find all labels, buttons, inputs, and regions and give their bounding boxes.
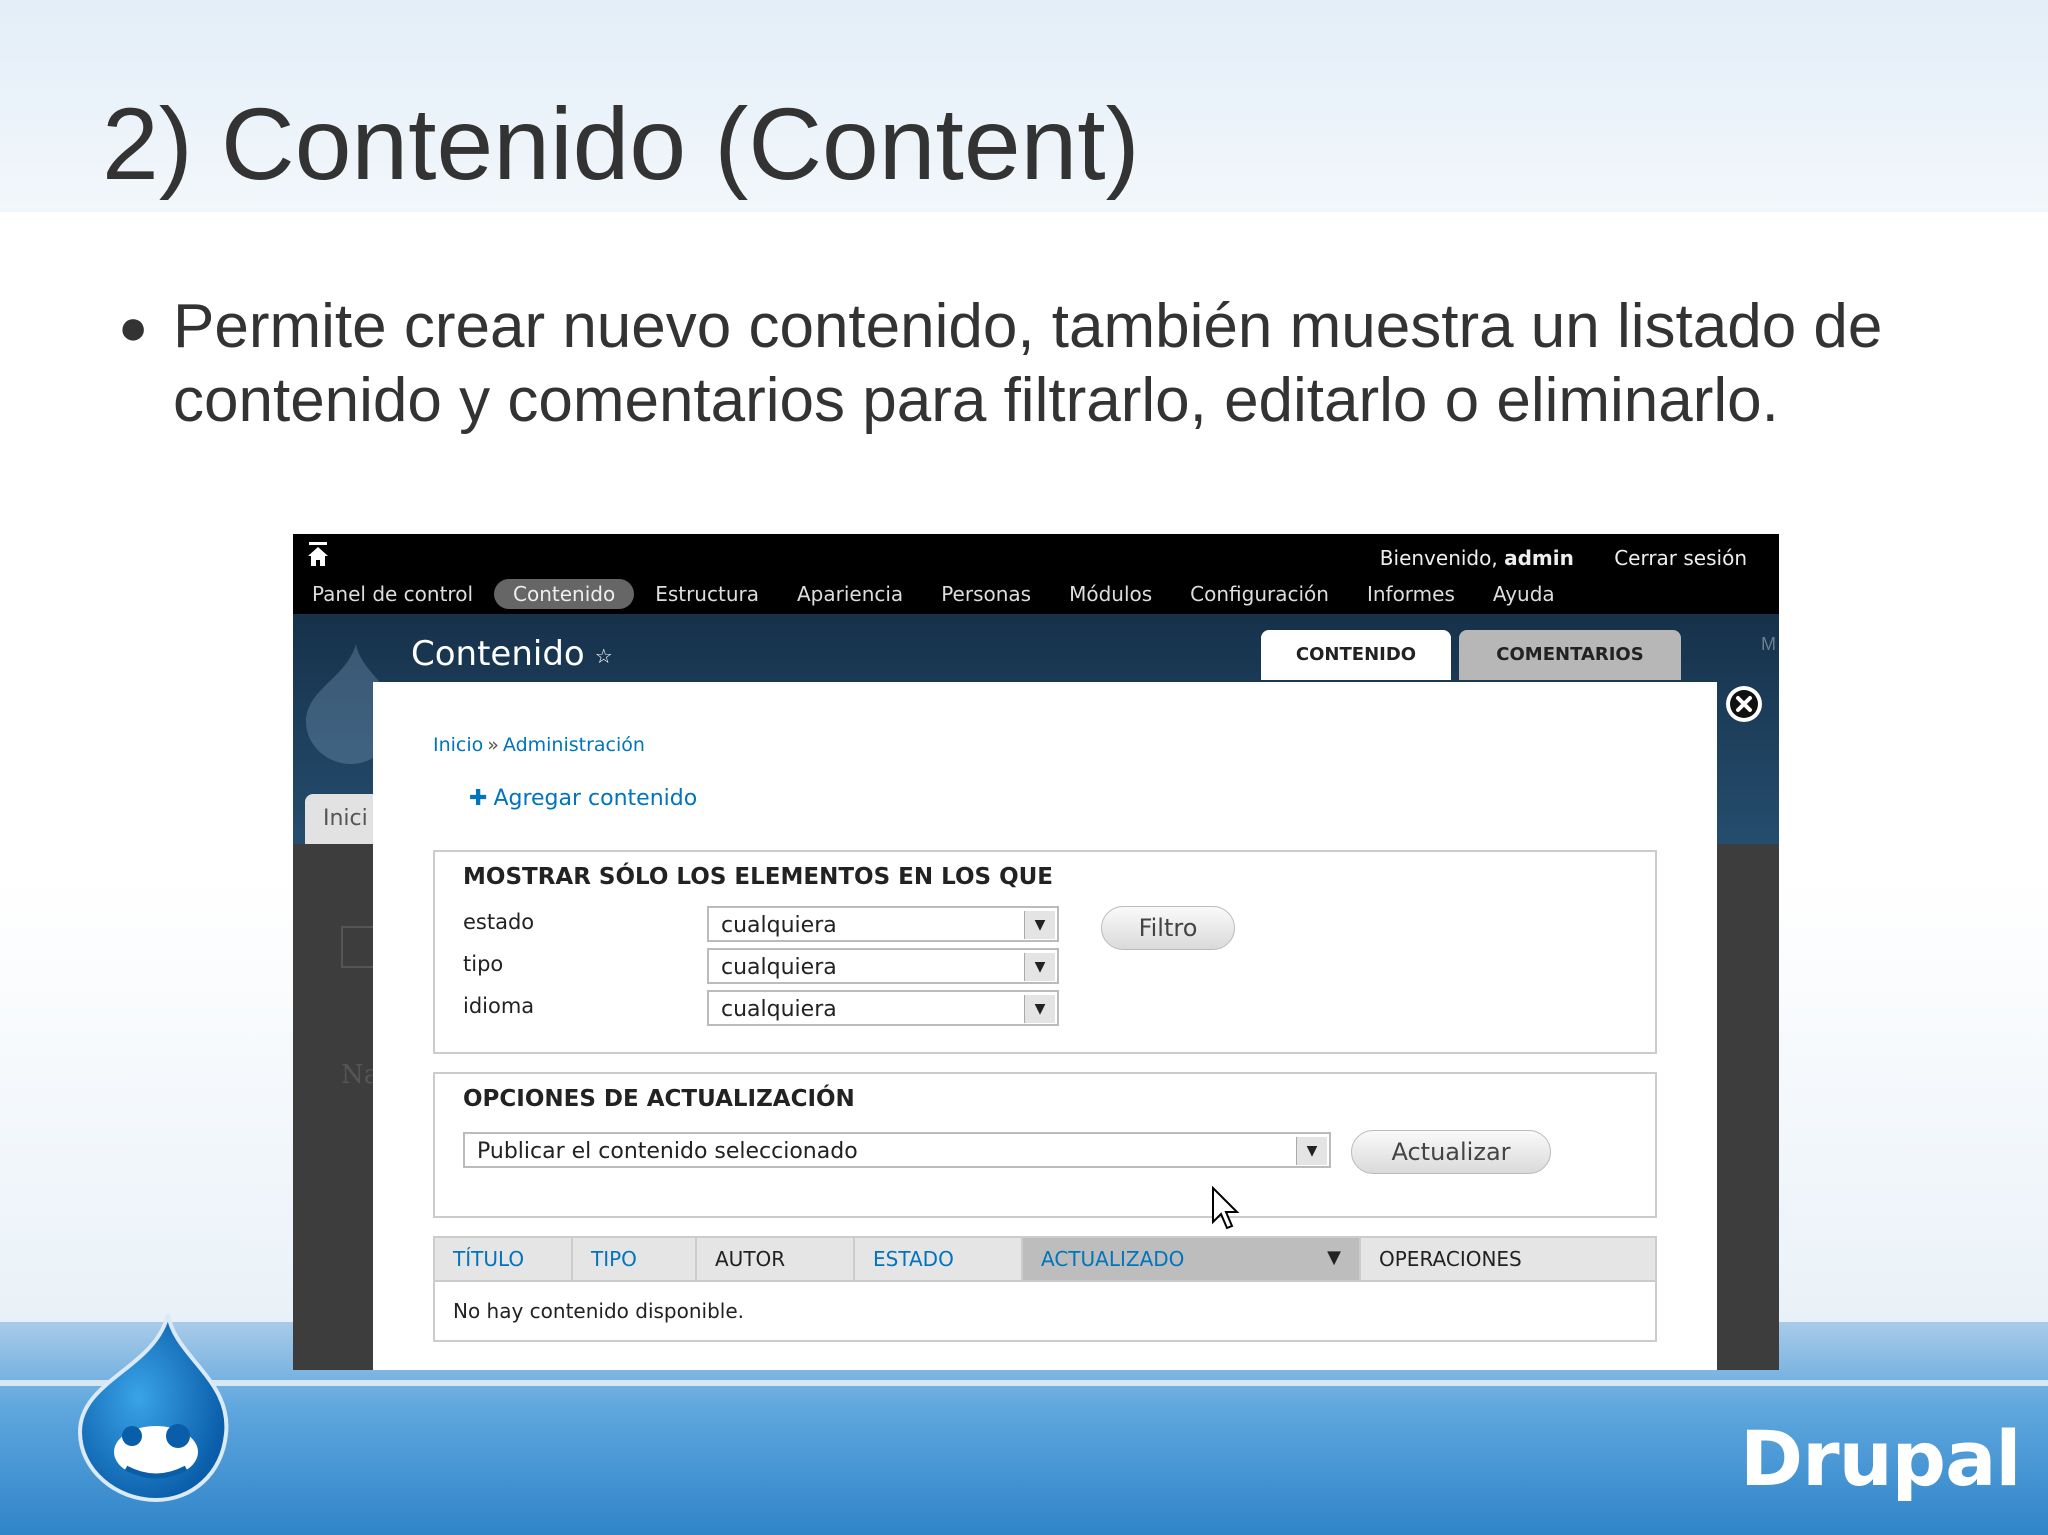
close-icon[interactable] bbox=[1726, 686, 1762, 722]
breadcrumb-separator: » bbox=[487, 734, 499, 756]
slide-title: 2) Contenido (Content) bbox=[102, 87, 1140, 201]
bullet-dot-icon: ● bbox=[118, 299, 149, 355]
filter-label-idioma: idioma bbox=[463, 994, 535, 1018]
update-action-value: Publicar el contenido seleccionado bbox=[477, 1139, 858, 1164]
content-table: TÍTULO TIPO AUTOR ESTADO ACTUALIZADO ▼ O… bbox=[433, 1236, 1657, 1342]
logout-link[interactable]: Cerrar sesión bbox=[1614, 546, 1747, 570]
drupal-drop-logo bbox=[77, 1313, 229, 1503]
content-overlay: Inicio» Administración ✚ Agregar contenido… bbox=[373, 682, 1717, 1370]
table-header-row: TÍTULO TIPO AUTOR ESTADO ACTUALIZADO ▼ O… bbox=[434, 1237, 1656, 1281]
menu-item-contenido[interactable]: Contenido bbox=[494, 579, 635, 609]
table-row: No hay contenido disponible. bbox=[434, 1280, 1656, 1341]
chevron-down-icon[interactable]: ▼ bbox=[1024, 911, 1055, 939]
filter-select-tipo[interactable]: cualquiera ▼ bbox=[707, 948, 1059, 984]
update-options-fieldset: OPCIONES DE ACTUALIZACIÓN Publicar el co… bbox=[433, 1072, 1657, 1218]
chevron-down-icon[interactable]: ▼ bbox=[1024, 953, 1055, 981]
filter-select-idioma-value: cualquiera bbox=[721, 997, 837, 1022]
page-title: Contenido ☆ bbox=[411, 634, 613, 674]
filter-label-tipo: tipo bbox=[463, 952, 504, 976]
admin-toolbar: Bienvenido, admin Cerrar sesión Panel de… bbox=[293, 534, 1779, 614]
column-operaciones: OPERACIONES bbox=[1360, 1237, 1656, 1281]
chevron-down-icon[interactable]: ▼ bbox=[1024, 995, 1055, 1023]
bullet-text: Permite crear nuevo contenido, también m… bbox=[173, 292, 1883, 435]
update-legend: OPCIONES DE ACTUALIZACIÓN bbox=[463, 1086, 855, 1112]
welcome-prefix: Bienvenido, bbox=[1379, 546, 1498, 570]
menu-item-informes[interactable]: Informes bbox=[1348, 579, 1474, 609]
update-button[interactable]: Actualizar bbox=[1351, 1130, 1551, 1174]
drupal-admin-screenshot: Bienvenido, admin Cerrar sesión Panel de… bbox=[293, 534, 1779, 1370]
sort-desc-icon: ▼ bbox=[1327, 1247, 1341, 1268]
menu-item-ayuda[interactable]: Ayuda bbox=[1474, 579, 1574, 609]
menu-item-estructura[interactable]: Estructura bbox=[636, 579, 778, 609]
welcome-text: Bienvenido, admin Cerrar sesión bbox=[1380, 546, 1747, 570]
menu-item-modulos[interactable]: Módulos bbox=[1050, 579, 1171, 609]
breadcrumb-administracion[interactable]: Administración bbox=[503, 734, 645, 756]
slide-bullet: ● Permite crear nuevo contenido, también… bbox=[118, 290, 1978, 438]
filter-button[interactable]: Filtro bbox=[1101, 906, 1235, 950]
column-titulo[interactable]: TÍTULO bbox=[434, 1237, 573, 1281]
update-action-select[interactable]: Publicar el contenido seleccionado ▼ bbox=[463, 1132, 1331, 1168]
add-content-label: Agregar contenido bbox=[493, 786, 698, 811]
menu-item-configuracion[interactable]: Configuración bbox=[1171, 579, 1348, 609]
column-tipo[interactable]: TIPO bbox=[572, 1237, 697, 1281]
filter-select-tipo-value: cualquiera bbox=[721, 955, 837, 980]
breadcrumb-inicio[interactable]: Inicio bbox=[433, 734, 483, 756]
admin-menu: Panel de control Contenido Estructura Ap… bbox=[293, 578, 1574, 610]
filter-label-estado: estado bbox=[463, 910, 535, 934]
home-icon[interactable] bbox=[307, 542, 329, 568]
filter-legend: MOSTRAR SÓLO LOS ELEMENTOS EN LOS QUE bbox=[463, 864, 1054, 890]
add-content-link[interactable]: ✚ Agregar contenido bbox=[469, 786, 697, 811]
column-autor: AUTOR bbox=[696, 1237, 855, 1281]
filter-select-estado[interactable]: cualquiera ▼ bbox=[707, 906, 1059, 942]
background-side-text: M bbox=[1761, 634, 1776, 654]
filter-fieldset: MOSTRAR SÓLO LOS ELEMENTOS EN LOS QUE es… bbox=[433, 850, 1657, 1054]
shortcut-icon[interactable]: ☆ bbox=[595, 644, 613, 668]
tab-contenido[interactable]: CONTENIDO bbox=[1261, 630, 1451, 680]
column-actualizado-label: ACTUALIZADO bbox=[1041, 1247, 1185, 1271]
slide-footer-line bbox=[0, 1380, 2048, 1386]
menu-item-panel[interactable]: Panel de control bbox=[293, 579, 492, 609]
breadcrumb: Inicio» Administración bbox=[433, 734, 645, 756]
filter-select-estado-value: cualquiera bbox=[721, 913, 837, 938]
column-actualizado[interactable]: ACTUALIZADO ▼ bbox=[1022, 1237, 1361, 1281]
column-estado[interactable]: ESTADO bbox=[854, 1237, 1023, 1281]
page-title-text: Contenido bbox=[411, 634, 585, 674]
plus-icon: ✚ bbox=[469, 786, 488, 811]
menu-item-apariencia[interactable]: Apariencia bbox=[778, 579, 922, 609]
menu-item-personas[interactable]: Personas bbox=[922, 579, 1050, 609]
mouse-pointer-icon bbox=[1212, 1186, 1240, 1230]
username[interactable]: admin bbox=[1504, 546, 1574, 570]
tab-comentarios[interactable]: COMENTARIOS bbox=[1459, 630, 1681, 680]
filter-select-idioma[interactable]: cualquiera ▼ bbox=[707, 990, 1059, 1026]
chevron-down-icon[interactable]: ▼ bbox=[1296, 1137, 1327, 1165]
drupal-wordmark: Drupal bbox=[1740, 1414, 2021, 1503]
empty-message: No hay contenido disponible. bbox=[434, 1280, 1656, 1341]
